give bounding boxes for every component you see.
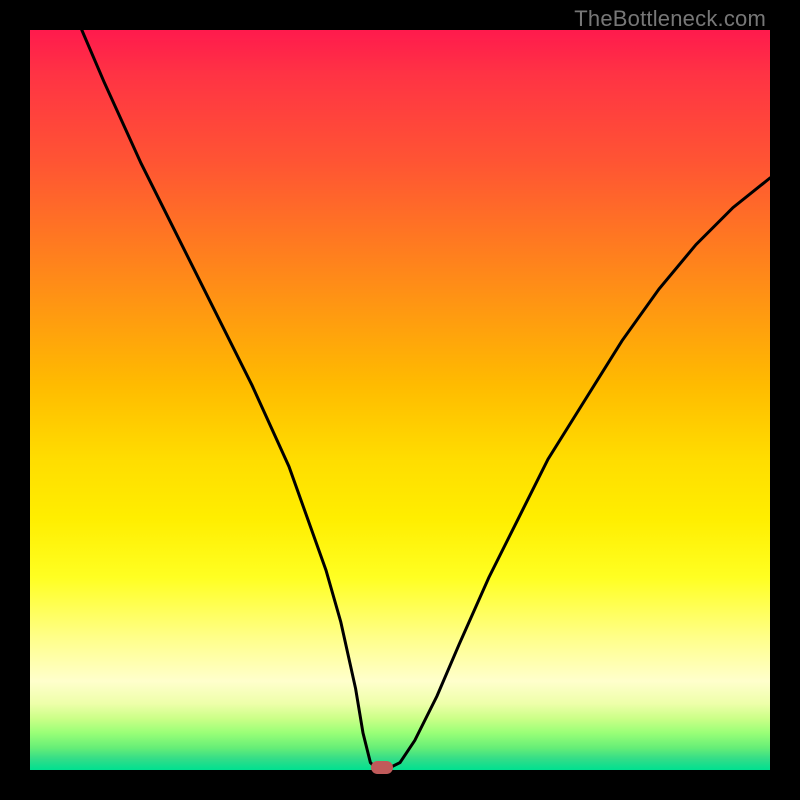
curve-svg xyxy=(30,30,770,770)
chart-frame: TheBottleneck.com xyxy=(0,0,800,800)
minimum-marker xyxy=(371,761,393,774)
bottleneck-curve xyxy=(82,30,770,770)
watermark-text: TheBottleneck.com xyxy=(574,6,766,32)
plot-area xyxy=(30,30,770,770)
